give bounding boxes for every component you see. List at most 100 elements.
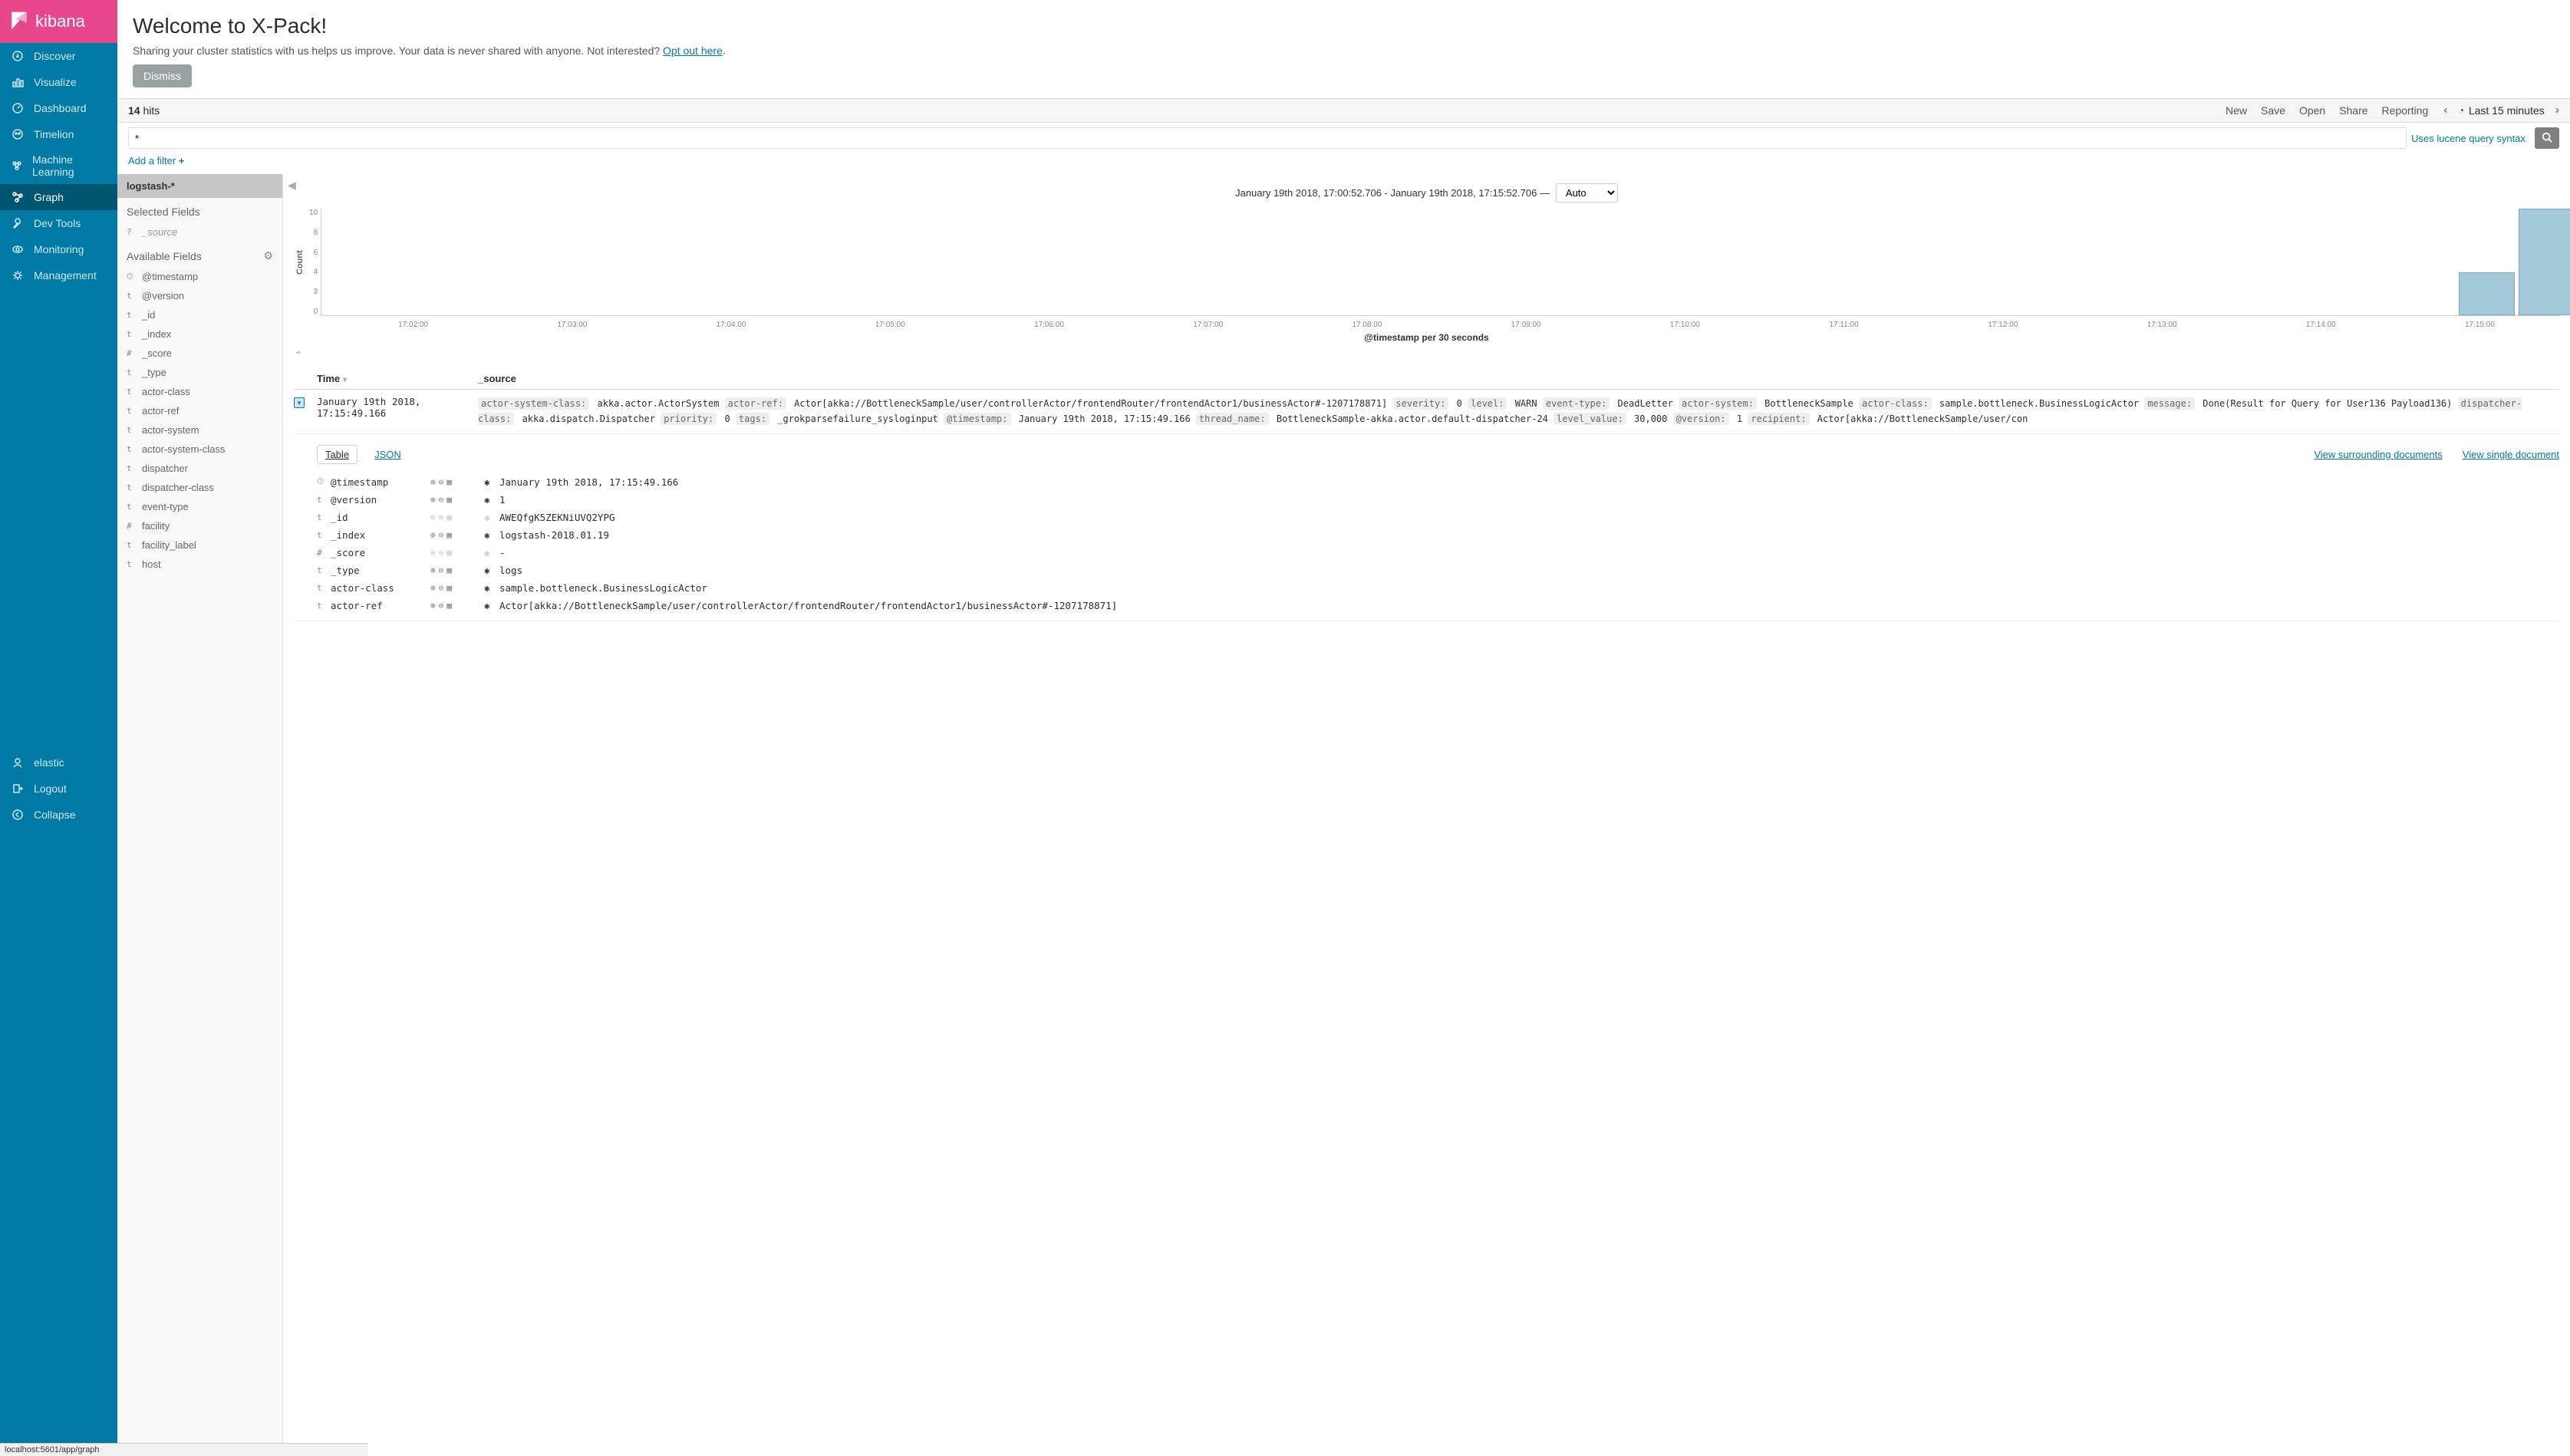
gear-icon[interactable]: ⚙ [263, 249, 273, 262]
main: Welcome to X-Pack! Sharing your cluster … [117, 0, 2570, 1456]
hits-count: 14 hits [128, 104, 2226, 117]
filter-out-icon[interactable]: ⊖ [439, 565, 444, 575]
field-host[interactable]: thost [117, 555, 282, 574]
filter-for-icon[interactable]: ⊕ [430, 548, 436, 558]
lucene-syntax-link[interactable]: Uses lucene query syntax [2411, 133, 2526, 144]
nav-item-timelion[interactable]: Timelion [0, 121, 117, 147]
field-dispatcher-class[interactable]: tdispatcher-class [117, 478, 282, 497]
nav-item-dashboard[interactable]: Dashboard [0, 95, 117, 121]
field-dispatcher[interactable]: tdispatcher [117, 459, 282, 478]
field-@version[interactable]: t@version [117, 286, 282, 305]
query-input[interactable] [128, 127, 2407, 149]
filter-out-icon[interactable]: ⊖ [439, 601, 444, 611]
col-time-header[interactable]: Time▾ [317, 373, 478, 384]
filter-for-icon[interactable]: ⊕ [430, 512, 436, 522]
tab-table[interactable]: Table [317, 445, 357, 464]
nav-item-elastic[interactable]: elastic [0, 749, 117, 776]
clock-icon[interactable]: ◔ [2459, 105, 2464, 116]
star-icon[interactable]: ✱ [484, 547, 499, 558]
field-event-type[interactable]: tevent-type [117, 497, 282, 516]
field-facility_label[interactable]: tfacility_label [117, 535, 282, 555]
user-icon [11, 756, 25, 769]
nav-item-monitoring[interactable]: Monitoring [0, 236, 117, 262]
chart-bar[interactable] [2459, 272, 2515, 315]
toggle-column-icon[interactable]: ▦ [446, 601, 452, 611]
toggle-column-icon[interactable]: ▦ [446, 583, 452, 593]
toolbar-new[interactable]: New [2226, 104, 2247, 117]
star-icon[interactable]: ✱ [484, 512, 499, 523]
view-surrounding-link[interactable]: View surrounding documents [2314, 449, 2442, 460]
field-_type[interactable]: t_type [117, 363, 282, 382]
toggle-column-icon[interactable]: ▦ [446, 495, 452, 505]
filter-for-icon[interactable]: ⊕ [430, 495, 436, 505]
field-_id[interactable]: t_id [117, 305, 282, 324]
field-actor-system-class[interactable]: tactor-system-class [117, 440, 282, 459]
nav-item-dev-tools[interactable]: Dev Tools [0, 210, 117, 236]
toggle-column-icon[interactable]: ▦ [446, 512, 452, 522]
time-range-label[interactable]: Last 15 minutes [2469, 104, 2545, 117]
histogram-chart[interactable]: Count 1086420 [294, 209, 2559, 316]
source-value: _grokparsefailure_sysloginput [772, 413, 944, 424]
toggle-column-icon[interactable]: ▦ [446, 548, 452, 558]
toggle-column-icon[interactable]: ▦ [446, 565, 452, 575]
expand-doc-button[interactable]: ▾ [294, 397, 305, 408]
toggle-column-icon[interactable]: ▦ [446, 530, 452, 540]
nav-item-management[interactable]: Management [0, 262, 117, 288]
index-pattern-selector[interactable]: logstash-* [117, 174, 282, 198]
toolbar-open[interactable]: Open [2299, 104, 2325, 117]
source-key: severity: [1392, 397, 1448, 410]
filter-out-icon[interactable]: ⊖ [439, 583, 444, 593]
search-button[interactable] [2535, 127, 2559, 149]
filter-out-icon[interactable]: ⊖ [439, 477, 444, 487]
toolbar-share[interactable]: Share [2339, 104, 2367, 117]
view-single-link[interactable]: View single document [2463, 449, 2559, 460]
star-icon[interactable]: ✱ [484, 529, 499, 541]
toggle-column-icon[interactable]: ▦ [446, 477, 452, 487]
star-icon[interactable]: ✱ [484, 494, 499, 506]
filter-for-icon[interactable]: ⊕ [430, 565, 436, 575]
field-type-icon: t [317, 565, 331, 575]
nav-label: Machine Learning [32, 153, 107, 178]
field-_source[interactable]: ?_source [117, 222, 282, 242]
toolbar-reporting[interactable]: Reporting [2382, 104, 2429, 117]
nav-item-discover[interactable]: Discover [0, 43, 117, 69]
star-icon[interactable]: ✱ [484, 565, 499, 576]
field-facility[interactable]: #facility [117, 516, 282, 535]
nav-item-collapse[interactable]: Collapse [0, 802, 117, 828]
logo-bar[interactable]: kibana [0, 0, 117, 43]
field-actor-ref[interactable]: tactor-ref [117, 401, 282, 420]
expand-chart-icon[interactable]: ⌃ [294, 349, 303, 361]
collapse-fields-icon[interactable]: ◀ [288, 179, 296, 192]
field-_score[interactable]: #_score [117, 344, 282, 363]
nav-item-logout[interactable]: Logout [0, 776, 117, 802]
opt-out-link[interactable]: Opt out here [663, 44, 723, 57]
filter-for-icon[interactable]: ⊕ [430, 601, 436, 611]
nav-item-machine-learning[interactable]: Machine Learning [0, 147, 117, 184]
filter-for-icon[interactable]: ⊕ [430, 530, 436, 540]
star-icon[interactable]: ✱ [484, 476, 499, 488]
filter-for-icon[interactable]: ⊕ [430, 477, 436, 487]
add-filter-link[interactable]: Add a filter + [128, 155, 184, 166]
filter-out-icon[interactable]: ⊖ [439, 530, 444, 540]
interval-select[interactable]: Auto [1556, 183, 1618, 203]
nav-item-visualize[interactable]: Visualize [0, 69, 117, 95]
field-@timestamp[interactable]: ⏱@timestamp [117, 267, 282, 286]
time-prev-icon[interactable]: ‹ [2443, 104, 2447, 117]
filter-out-icon[interactable]: ⊖ [439, 512, 444, 522]
field-actor-system[interactable]: tactor-system [117, 420, 282, 440]
field-actor-class[interactable]: tactor-class [117, 382, 282, 401]
star-icon[interactable]: ✱ [484, 600, 499, 611]
filter-for-icon[interactable]: ⊕ [430, 583, 436, 593]
time-next-icon[interactable]: › [2555, 104, 2559, 117]
field-_index[interactable]: t_index [117, 324, 282, 344]
chart-bar[interactable] [2519, 209, 2570, 315]
filter-out-icon[interactable]: ⊖ [439, 495, 444, 505]
tab-json[interactable]: JSON [367, 446, 409, 463]
dismiss-button[interactable]: Dismiss [133, 64, 192, 87]
nav-label: Visualize [34, 76, 77, 88]
star-icon[interactable]: ✱ [484, 582, 499, 594]
toolbar-save[interactable]: Save [2261, 104, 2285, 117]
nav-item-graph[interactable]: Graph [0, 184, 117, 210]
filter-out-icon[interactable]: ⊖ [439, 548, 444, 558]
detail-row-_id: t_id⊕⊖▦✱AWEQfgK5ZEKNiUVQ2YPG [317, 509, 2559, 526]
